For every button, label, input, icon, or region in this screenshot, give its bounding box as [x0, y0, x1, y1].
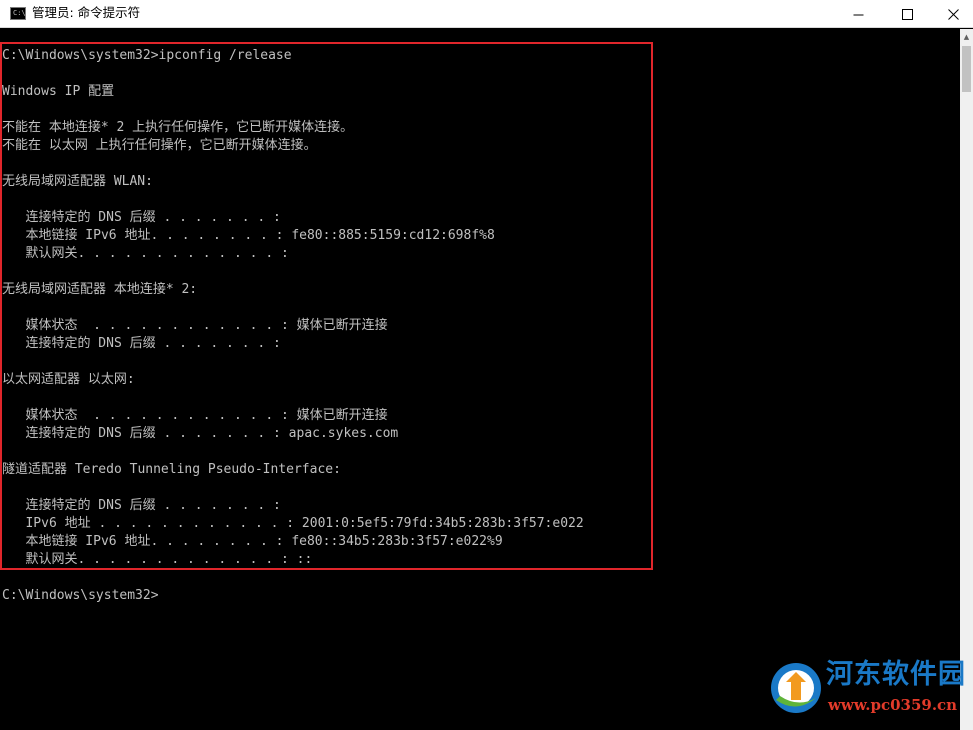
scroll-up-arrow-icon[interactable]: ▲ [960, 31, 973, 43]
watermark: 河东软件园 www.pc0359.cn [768, 656, 968, 720]
minimize-button[interactable] [835, 0, 881, 28]
watermark-url: www.pc0359.cn [828, 696, 958, 714]
close-icon [947, 8, 959, 20]
maximize-button[interactable] [884, 0, 930, 28]
vertical-scrollbar[interactable]: ▲ [960, 29, 973, 730]
highlight-annotation-box [0, 42, 653, 570]
minimize-icon [853, 14, 863, 15]
cmd-icon-glyph: C:\ [13, 9, 26, 17]
site-logo-icon [771, 663, 821, 713]
close-button[interactable] [930, 0, 973, 28]
maximize-icon [901, 8, 913, 20]
scroll-thumb[interactable] [962, 46, 971, 92]
window-title: 管理员: 命令提示符 [32, 5, 141, 20]
title-bar[interactable]: C:\ 管理员: 命令提示符 [0, 0, 973, 28]
watermark-site-name: 河东软件园 [826, 659, 966, 690]
console-line-31: C:\Windows\system32> [2, 588, 159, 603]
cmd-icon[interactable]: C:\ [10, 7, 26, 20]
